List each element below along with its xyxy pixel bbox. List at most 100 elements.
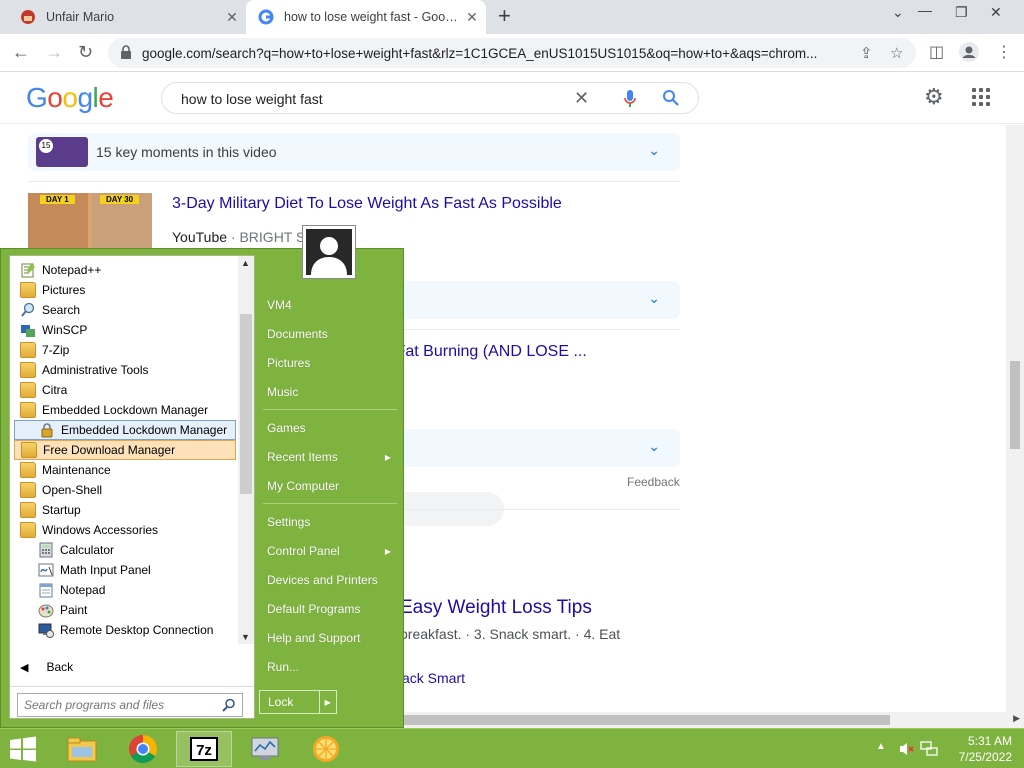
start-item-documents[interactable]: Documents: [259, 321, 401, 347]
show-hidden-icons-chevron-icon[interactable]: ▲: [876, 741, 886, 752]
minimize-icon[interactable]: —: [918, 2, 932, 18]
start-item-games[interactable]: Games: [259, 415, 401, 441]
program-item[interactable]: Search: [14, 300, 236, 320]
7zip-icon: 7z: [190, 737, 218, 761]
start-item-help-and-support[interactable]: Help and Support: [259, 625, 401, 651]
program-item[interactable]: Embedded Lockdown Manager: [14, 400, 236, 420]
windows-start-icon[interactable]: [8, 736, 38, 762]
taskbar-7zip[interactable]: 7z: [176, 731, 232, 767]
google-search-box[interactable]: how to lose weight fast ✕: [161, 82, 699, 114]
search-icon[interactable]: [662, 89, 680, 107]
close-tab-icon[interactable]: ✕: [218, 9, 246, 26]
start-search-input[interactable]: [18, 694, 214, 716]
chevron-down-icon[interactable]: ⌄: [648, 290, 660, 307]
chevron-down-icon[interactable]: ⌄: [648, 142, 660, 159]
result-link[interactable]: ack Smart: [402, 670, 465, 686]
chrome-menu-icon[interactable]: ⋮: [996, 42, 1012, 62]
start-item-my-computer[interactable]: My Computer: [259, 473, 401, 499]
taskbar-citra[interactable]: [298, 731, 354, 767]
scrollbar-thumb[interactable]: [402, 715, 890, 725]
side-panel-icon[interactable]: ◫: [929, 42, 944, 62]
back-arrow-icon[interactable]: ←: [12, 42, 30, 62]
program-item[interactable]: 7-Zip: [14, 340, 236, 360]
start-item-settings[interactable]: Settings: [259, 509, 401, 535]
start-item-devices-and-printers[interactable]: Devices and Printers: [259, 567, 401, 593]
page-vertical-scrollbar[interactable]: [1006, 125, 1024, 712]
scroll-right-arrow-icon[interactable]: ▶: [1013, 713, 1020, 724]
result-title-link[interactable]: 3-Day Military Diet To Lose Weight As Fa…: [172, 195, 562, 213]
divider: [28, 181, 680, 182]
key-moments-row[interactable]: 15 15 key moments in this video ⌄: [28, 133, 680, 171]
program-item[interactable]: Paint: [14, 600, 236, 620]
taskbar-chrome[interactable]: [115, 731, 171, 767]
taskbar: 7z ▲ 5:31 AM 7/25/2022: [0, 728, 1024, 768]
program-item[interactable]: Notepad++: [14, 260, 236, 280]
result-source: YouTube · BRIGHT S: [172, 229, 306, 245]
bookmark-star-icon[interactable]: ☆: [890, 44, 903, 62]
lock-button[interactable]: Lock ▶: [259, 690, 337, 714]
start-item-music[interactable]: Music: [259, 379, 401, 405]
scroll-down-arrow-icon[interactable]: ▼: [241, 632, 250, 642]
chevron-down-icon[interactable]: ⌄: [648, 438, 660, 455]
program-item[interactable]: Maintenance: [14, 460, 236, 480]
network-icon[interactable]: [920, 741, 938, 757]
clear-search-icon[interactable]: ✕: [574, 88, 589, 109]
close-tab-icon[interactable]: ✕: [458, 9, 486, 26]
feedback-link[interactable]: Feedback: [627, 475, 680, 489]
forward-arrow-icon[interactable]: →: [45, 42, 63, 62]
scroll-up-arrow-icon[interactable]: ▲: [241, 258, 250, 268]
share-icon[interactable]: ⇪: [860, 44, 873, 62]
program-item[interactable]: Windows Accessories: [14, 520, 236, 540]
start-search-box[interactable]: [17, 693, 243, 717]
program-item[interactable]: Pictures: [14, 280, 236, 300]
program-item[interactable]: Administrative Tools: [14, 360, 236, 380]
program-item[interactable]: Startup: [14, 500, 236, 520]
start-item-default-programs[interactable]: Default Programs: [259, 596, 401, 622]
restore-icon[interactable]: ❐: [955, 4, 968, 21]
close-window-icon[interactable]: ✕: [990, 4, 1002, 21]
program-item[interactable]: WinSCP: [14, 320, 236, 340]
settings-gear-icon[interactable]: ⚙: [924, 86, 944, 108]
back-button[interactable]: ◀ Back: [20, 660, 73, 674]
start-item-control-panel[interactable]: Control Panel ▶: [259, 538, 401, 564]
tab-unfair-mario[interactable]: Unfair Mario ✕: [8, 0, 246, 34]
shutdown-options-arrow-icon[interactable]: ▶: [318, 691, 337, 713]
program-item-hover[interactable]: Free Download Manager: [14, 440, 236, 460]
video-thumbnail[interactable]: DAY 1 DAY 30: [28, 193, 152, 249]
taskbar-file-explorer[interactable]: [54, 731, 110, 767]
start-item-vm4[interactable]: VM4: [259, 292, 401, 318]
notepad-icon: [39, 583, 53, 598]
address-bar[interactable]: google.com/search?q=how+to+lose+weight+f…: [108, 38, 916, 68]
start-item-pictures[interactable]: Pictures: [259, 350, 401, 376]
scrollbar-thumb[interactable]: [240, 314, 252, 494]
start-item-run[interactable]: Run...: [259, 654, 401, 680]
search-icon[interactable]: [222, 698, 236, 712]
result-title-link[interactable]: Easy Weight Loss Tips: [400, 597, 592, 619]
network-monitor-icon: [251, 737, 279, 760]
taskbar-network-monitor[interactable]: [237, 731, 293, 767]
user-avatar[interactable]: [302, 225, 356, 279]
program-item-selected[interactable]: Embedded Lockdown Manager: [14, 420, 236, 440]
program-item[interactable]: Citra: [14, 380, 236, 400]
programs-scrollbar[interactable]: ▲ ▼: [238, 256, 254, 644]
start-item-recent-items[interactable]: Recent Items ▶: [259, 444, 401, 470]
program-item[interactable]: Calculator: [14, 540, 236, 560]
program-item[interactable]: Notepad: [14, 580, 236, 600]
scrollbar-thumb[interactable]: [1010, 361, 1020, 449]
program-item[interactable]: Math Input Panel: [14, 560, 236, 580]
new-tab-icon[interactable]: +: [498, 5, 511, 27]
profile-avatar-icon[interactable]: [959, 42, 979, 67]
search-query[interactable]: how to lose weight fast: [181, 91, 323, 107]
microphone-icon[interactable]: [623, 89, 637, 109]
volume-muted-icon[interactable]: [898, 741, 914, 757]
page-horizontal-scrollbar[interactable]: ▶: [402, 712, 1024, 728]
google-apps-icon[interactable]: [972, 88, 990, 106]
program-item[interactable]: Open-Shell: [14, 480, 236, 500]
folder-icon: [20, 462, 36, 478]
program-item[interactable]: Remote Desktop Connection: [14, 620, 236, 640]
reload-icon[interactable]: ↻: [78, 42, 93, 62]
system-clock[interactable]: 5:31 AM 7/25/2022: [948, 733, 1012, 765]
google-logo[interactable]: Google: [26, 82, 114, 114]
tab-search-chevron-icon[interactable]: ⌄: [892, 4, 904, 21]
tab-google-search[interactable]: how to lose weight fast - Google ✕: [246, 0, 486, 34]
